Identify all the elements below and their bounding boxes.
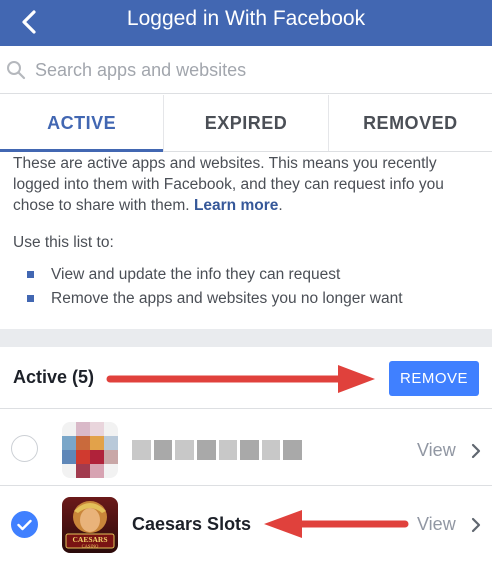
caesars-casino-icon: CAESARS CASINO [62,497,118,553]
search-input[interactable] [35,56,475,84]
bullet-square-icon [27,295,34,302]
checkmark-icon [17,519,32,530]
use-list-label: Use this list to: [13,234,114,251]
page-title: Logged in With Facebook [126,7,366,30]
app-list-item[interactable]: CAESARS CASINO Caesars Slots View [0,487,492,562]
bullet-list: View and update the info they can reques… [27,263,477,311]
section-divider [0,329,492,347]
tab-active[interactable]: ACTIVE [0,95,164,152]
chevron-right-icon[interactable] [471,517,481,533]
pixelated-app-icon [62,422,118,478]
intro-description: These are active apps and websites. This… [13,153,483,216]
active-section-header: Active (5) REMOVE [0,347,492,409]
list-item: Remove the apps and websites you no long… [27,287,477,311]
intro-period: . [278,197,283,214]
chevron-right-icon[interactable] [471,443,481,459]
tab-removed[interactable]: REMOVED [327,95,492,151]
search-bar [0,46,492,94]
search-icon [7,61,26,80]
active-count-title: Active (5) [13,367,95,387]
bullet-text: View and update the info they can reques… [51,266,341,283]
app-header: Logged in With Facebook [0,0,492,46]
remove-button[interactable]: REMOVE [389,361,479,396]
tab-expired[interactable]: EXPIRED [163,95,327,151]
bullet-text: Remove the apps and websites you no long… [51,290,403,307]
list-item: View and update the info they can reques… [27,263,477,287]
redacted-app-name [132,440,302,460]
select-radio[interactable] [11,435,38,462]
app-name: Caesars Slots [132,514,252,534]
app-list-item[interactable]: View [0,410,492,486]
learn-more-link[interactable]: Learn more [194,197,278,214]
select-radio-checked[interactable] [11,511,38,538]
tab-bar: ACTIVE EXPIRED REMOVED [0,95,492,152]
svg-text:CASINO: CASINO [82,544,100,549]
bullet-square-icon [27,271,34,278]
view-link[interactable]: View [417,514,456,535]
view-link[interactable]: View [417,440,456,461]
